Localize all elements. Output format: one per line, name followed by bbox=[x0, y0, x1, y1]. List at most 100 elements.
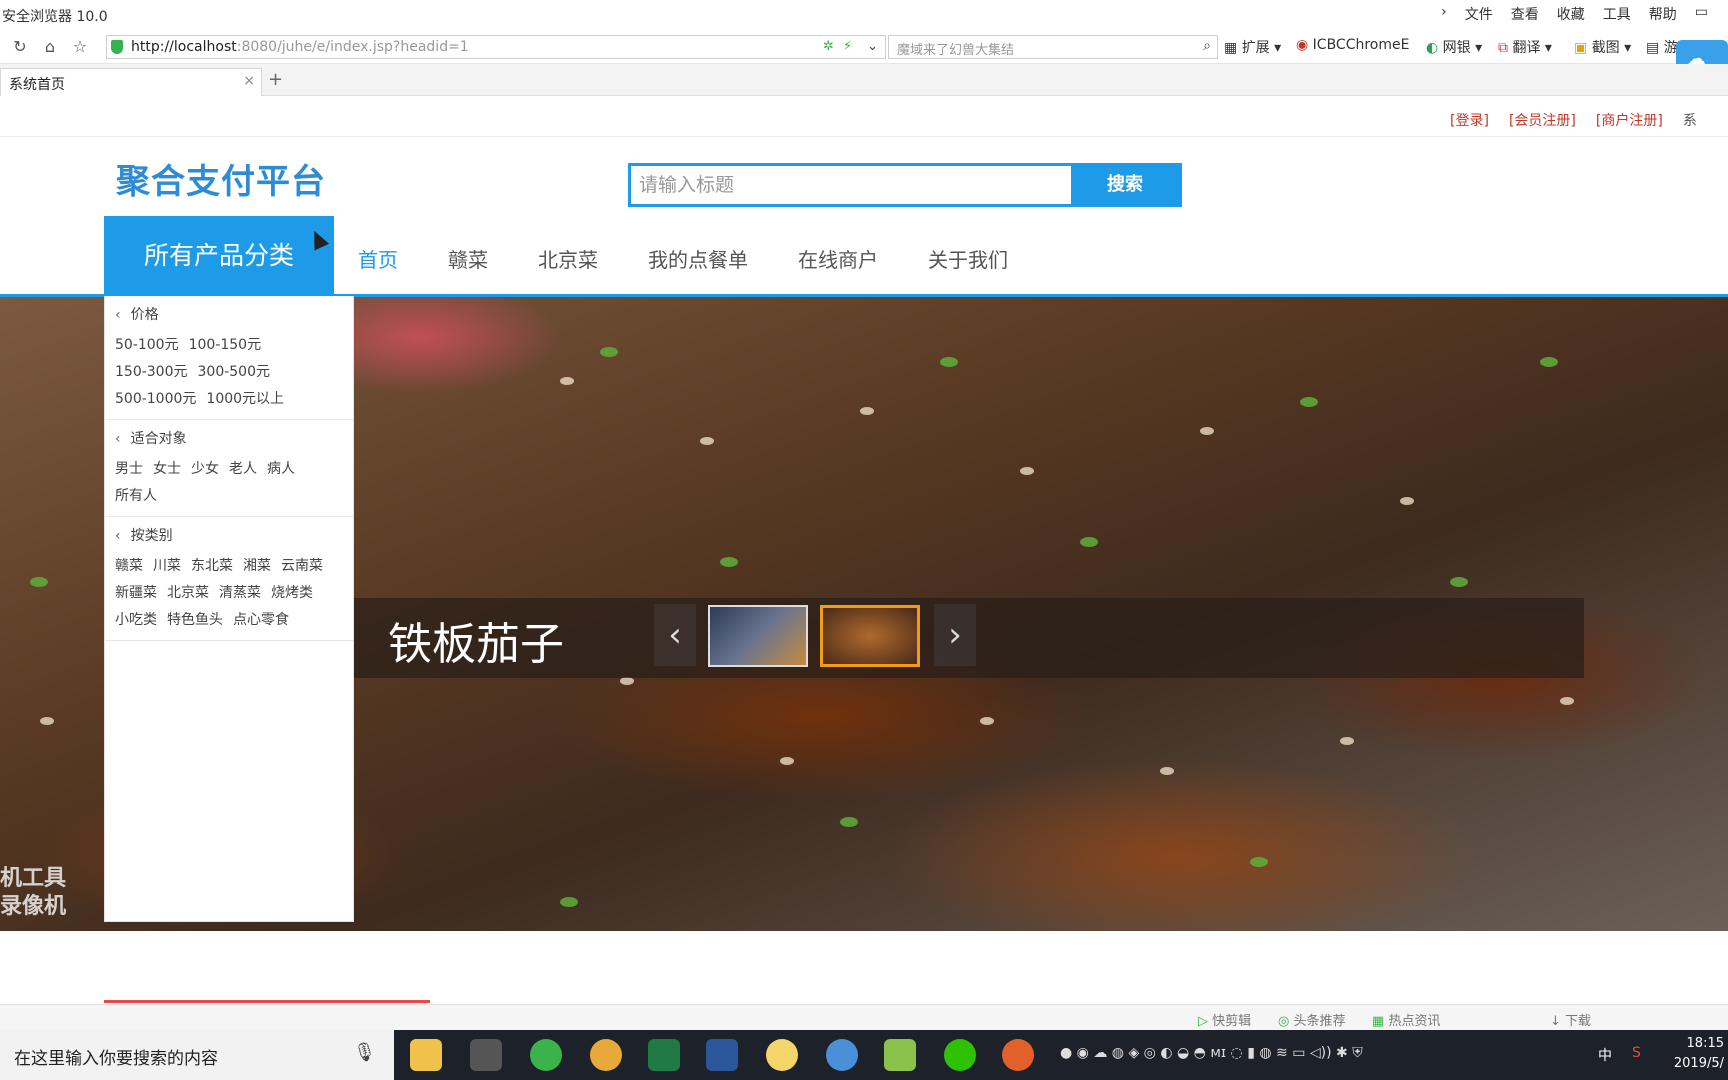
filter-link[interactable]: 1000元以上 bbox=[206, 386, 284, 413]
carousel-prev-button[interactable]: ‹ bbox=[654, 604, 696, 666]
sidebar-section-audience: ‹ 适合对象 男士 女士 少女 老人 病人 所有人 bbox=[105, 420, 353, 517]
ime-indicator[interactable]: 中 bbox=[1598, 1045, 1612, 1065]
recorder-app-icon[interactable] bbox=[1002, 1039, 1034, 1071]
filter-link[interactable]: 点心零食 bbox=[233, 607, 289, 634]
carousel-thumbnail[interactable] bbox=[708, 605, 808, 667]
chevron-left-icon: ‹ bbox=[115, 431, 121, 447]
url-field[interactable]: http://localhost:8080/juhe/e/index.jsp?h… bbox=[106, 35, 886, 59]
tray-icons[interactable]: ● ◉ ☁ ◍ ◈ ◎ ◐ ◒ ◓ ᴍɪ ◌ ▮ ◍ ≋ ▭ ◁)) ✱ ⛨ bbox=[1060, 1045, 1363, 1061]
microphone-icon[interactable]: 🎙 bbox=[353, 1042, 376, 1063]
notepad-app-icon[interactable] bbox=[884, 1039, 916, 1071]
filter-link[interactable]: 男士 bbox=[115, 456, 143, 483]
nav-online-merchants[interactable]: 在线商户 bbox=[798, 244, 878, 273]
filter-link[interactable]: 新疆菜 bbox=[115, 580, 157, 607]
menu-item-view[interactable]: 查看 bbox=[1511, 4, 1539, 24]
site-search-input[interactable] bbox=[631, 166, 1071, 204]
filter-link[interactable]: 老人 bbox=[229, 456, 257, 483]
minimize-icon[interactable]: ▭ bbox=[1695, 4, 1708, 24]
home-icon[interactable]: ⌂ bbox=[40, 37, 60, 57]
filter-link[interactable]: 云南菜 bbox=[281, 553, 323, 580]
excel-icon[interactable] bbox=[648, 1039, 680, 1071]
extension-translate[interactable]: ⧉ 翻译 ▾ bbox=[1498, 37, 1552, 57]
filter-link[interactable]: 小吃类 bbox=[115, 607, 157, 634]
section-title: 按类别 bbox=[130, 528, 173, 544]
filter-link[interactable]: 500-1000元 bbox=[115, 386, 196, 413]
merchant-register-link[interactable]: [商户注册] bbox=[1596, 110, 1663, 130]
dropdown-chevron-icon[interactable]: ⌄ bbox=[867, 39, 878, 54]
menu-item-favorites[interactable]: 收藏 bbox=[1557, 4, 1585, 24]
site-logo[interactable]: 聚合支付平台 bbox=[116, 154, 326, 203]
browser-search-field[interactable]: 魔域来了幻兽大集结 ⌕ bbox=[888, 35, 1218, 59]
filter-link[interactable]: 湘菜 bbox=[243, 553, 271, 580]
secure-shield-icon bbox=[111, 40, 123, 54]
nav-home[interactable]: 首页 bbox=[358, 244, 398, 273]
filter-link[interactable]: 少女 bbox=[191, 456, 219, 483]
filter-link[interactable]: 150-300元 bbox=[115, 359, 188, 386]
all-categories-button[interactable]: 所有产品分类 bbox=[104, 216, 334, 296]
tab-system-home[interactable]: 系统首页 × bbox=[0, 68, 262, 96]
media-app-icon[interactable] bbox=[766, 1039, 798, 1071]
filter-link[interactable]: 50-100元 bbox=[115, 332, 179, 359]
filter-link[interactable]: 清蒸菜 bbox=[219, 580, 261, 607]
close-tab-icon[interactable]: × bbox=[243, 73, 255, 89]
menu-item-file[interactable]: 文件 bbox=[1465, 4, 1493, 24]
extension-expand[interactable]: ▦ 扩展 ▾ bbox=[1224, 37, 1281, 57]
word-icon[interactable] bbox=[706, 1039, 738, 1071]
sogou-icon[interactable]: S bbox=[1632, 1045, 1641, 1061]
file-explorer-icon[interactable] bbox=[410, 1039, 442, 1071]
extension-icbc[interactable]: ◉ ICBCChromeE bbox=[1296, 37, 1409, 53]
menu-expand-icon[interactable]: › bbox=[1441, 4, 1447, 24]
filter-link[interactable]: 东北菜 bbox=[191, 553, 233, 580]
globe-app-icon[interactable] bbox=[826, 1039, 858, 1071]
browser-title-bar: 安全浏览器 10.0 › 文件 查看 收藏 工具 帮助 ▭ bbox=[0, 0, 1728, 30]
quick-edit-link[interactable]: ▷ 快剪辑 bbox=[1198, 1010, 1251, 1029]
chevron-left-icon: ‹ bbox=[115, 307, 121, 323]
filter-link[interactable]: 川菜 bbox=[153, 553, 181, 580]
lightning-icon[interactable]: ⚡ bbox=[843, 39, 852, 54]
nav-beijing-cuisine[interactable]: 北京菜 bbox=[538, 244, 598, 273]
member-register-link[interactable]: [会员注册] bbox=[1509, 110, 1576, 130]
browser-app-icon[interactable] bbox=[530, 1039, 562, 1071]
site-search-form: 搜索 bbox=[628, 163, 1182, 207]
nav-about-us[interactable]: 关于我们 bbox=[928, 244, 1008, 273]
filter-link[interactable]: 女士 bbox=[153, 456, 181, 483]
star-icon[interactable]: ☆ bbox=[70, 37, 90, 57]
refresh-icon[interactable]: ↻ bbox=[10, 37, 30, 57]
filter-link[interactable]: 所有人 bbox=[115, 483, 157, 510]
site-search-button[interactable]: 搜索 bbox=[1071, 166, 1179, 204]
settings-app-icon[interactable] bbox=[470, 1039, 502, 1071]
headline-link[interactable]: ◎ 头条推荐 bbox=[1278, 1010, 1346, 1029]
filter-link[interactable]: 300-500元 bbox=[198, 359, 271, 386]
chat-app-icon[interactable] bbox=[590, 1039, 622, 1071]
divider bbox=[0, 136, 1728, 137]
system-clock[interactable]: 18:15 2019/5/ bbox=[1674, 1034, 1724, 1074]
slide-caption: 铁板茄子 bbox=[388, 619, 564, 670]
menu-item-help[interactable]: 帮助 bbox=[1649, 4, 1677, 24]
filter-link[interactable]: 特色鱼头 bbox=[167, 607, 223, 634]
menu-item-tools[interactable]: 工具 bbox=[1603, 4, 1631, 24]
browser-title: 安全浏览器 10.0 bbox=[2, 9, 108, 25]
download-link[interactable]: ↓ 下载 bbox=[1550, 1010, 1591, 1029]
top-links-more[interactable]: 系 bbox=[1683, 110, 1697, 130]
tab-strip: 系统首页 × + bbox=[0, 64, 1728, 96]
filter-link[interactable]: 烧烤类 bbox=[271, 580, 313, 607]
filter-link[interactable]: 病人 bbox=[267, 456, 295, 483]
carousel-next-button[interactable]: › bbox=[934, 604, 976, 666]
browser-status-bar: ▷ 快剪辑 ◎ 头条推荐 ▦ 热点资讯 ↓ 下载 bbox=[0, 1004, 1728, 1030]
extension-screenshot[interactable]: ▣ 截图 ▾ bbox=[1574, 37, 1631, 57]
nav-gan-cuisine[interactable]: 赣菜 bbox=[448, 244, 488, 273]
nav-my-order[interactable]: 我的点餐单 bbox=[648, 244, 748, 273]
extension-netbank[interactable]: ◐ 网银 ▾ bbox=[1426, 37, 1482, 57]
new-tab-icon[interactable]: + bbox=[268, 69, 283, 90]
hot-news-link[interactable]: ▦ 热点资讯 bbox=[1372, 1010, 1440, 1029]
speed-icon[interactable]: ✲ bbox=[823, 39, 834, 54]
wechat-icon[interactable] bbox=[944, 1039, 976, 1071]
browser-search-placeholder: 魔域来了幻兽大集结 bbox=[897, 43, 1015, 58]
carousel-thumbnail-active[interactable] bbox=[820, 605, 920, 667]
taskbar-search[interactable]: 在这里输入你要搜索的内容 🎙 bbox=[0, 1030, 394, 1080]
filter-link[interactable]: 100-150元 bbox=[189, 332, 262, 359]
filter-link[interactable]: 赣菜 bbox=[115, 553, 143, 580]
login-link[interactable]: [登录] bbox=[1450, 110, 1489, 130]
filter-link[interactable]: 北京菜 bbox=[167, 580, 209, 607]
search-icon[interactable]: ⌕ bbox=[1203, 38, 1211, 54]
